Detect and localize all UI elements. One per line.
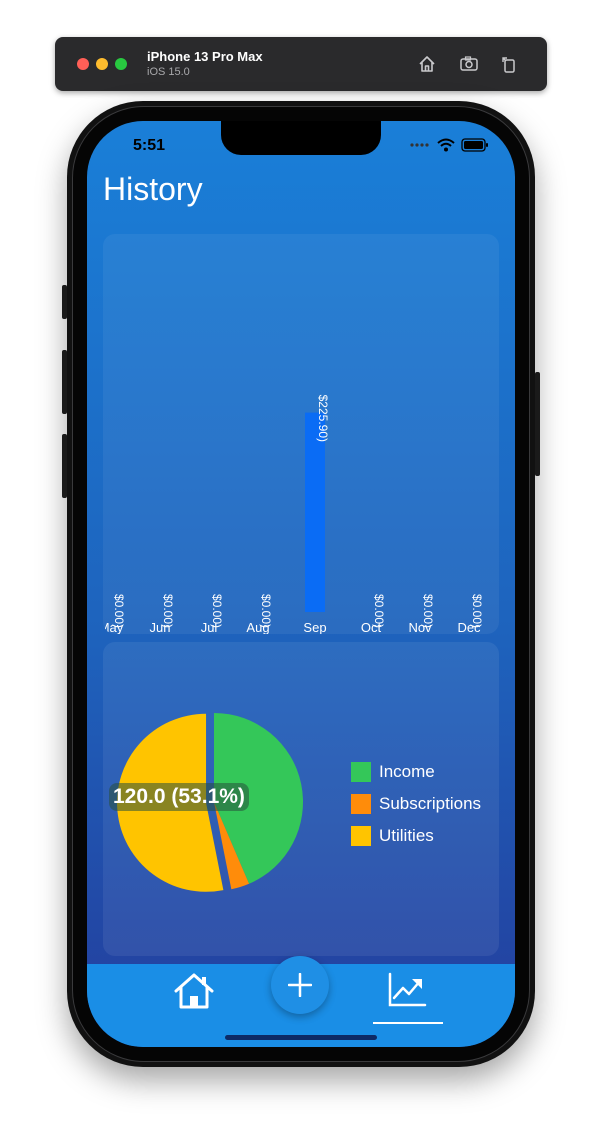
legend-item-subscriptions: Subscriptions xyxy=(351,788,481,820)
home-icon[interactable] xyxy=(417,54,437,74)
x-tick-label: Dec xyxy=(457,620,481,634)
zoom-window-button[interactable] xyxy=(115,58,127,70)
pie-legend: Income Subscriptions Utilities xyxy=(351,756,481,852)
battery-icon xyxy=(461,138,488,152)
minimize-window-button[interactable] xyxy=(96,58,108,70)
os-version: iOS 15.0 xyxy=(147,66,190,78)
legend-swatch xyxy=(351,794,371,814)
volume-up-button xyxy=(62,350,67,414)
pie-slice-callout: 120.0 (53.1%) xyxy=(109,783,249,811)
legend-swatch xyxy=(351,826,371,846)
bar-value-label: $225.90) xyxy=(316,395,330,442)
page-title: History xyxy=(103,171,203,207)
status-time: 5:51 xyxy=(133,137,166,154)
x-tick-label: May xyxy=(103,620,124,634)
tab-history[interactable] xyxy=(387,972,427,1008)
x-tick-label: Oct xyxy=(361,620,382,634)
x-tick-label: Sep xyxy=(303,620,326,634)
screenshot-icon[interactable] xyxy=(459,54,479,74)
monthly-bar-chart: $0.00)May $0.00)Jun $0.00)Jul $0.00)Aug$225… xyxy=(103,395,484,634)
close-window-button[interactable] xyxy=(77,58,89,70)
legend-label: Utilities xyxy=(379,826,434,845)
rotate-icon[interactable] xyxy=(499,54,519,74)
legend-item-income: Income xyxy=(351,756,481,788)
home-indicator xyxy=(225,1035,377,1040)
legend-label: Income xyxy=(379,762,435,781)
legend-item-utilities: Utilities xyxy=(351,820,481,852)
legend-label: Subscriptions xyxy=(379,794,482,813)
plus-icon xyxy=(288,973,312,997)
simulator-title-bar: iPhone 13 Pro Max iOS 15.0 xyxy=(55,37,547,91)
power-button xyxy=(535,372,540,476)
x-tick-label: Aug xyxy=(246,620,269,634)
mute-switch xyxy=(62,285,67,319)
selected-tab-indicator xyxy=(373,1022,443,1024)
legend-swatch xyxy=(351,762,371,782)
add-entry-button[interactable] xyxy=(271,956,329,1014)
bar-sep xyxy=(305,412,325,612)
status-icons xyxy=(409,138,489,152)
volume-down-button xyxy=(62,434,67,498)
x-tick-label: Nov xyxy=(408,620,432,634)
category-pie-chart-card: 120.0 (53.1%) Income Subscriptions Utiliti… xyxy=(103,642,499,956)
signal-dots-icon xyxy=(410,143,429,147)
x-tick-label: Jun xyxy=(150,620,171,634)
app-screen: 5:51 History $0.00) May $0.00) Jun $0.00) Jul… xyxy=(87,121,515,1047)
x-tick-label: Jul xyxy=(201,620,218,634)
house-icon xyxy=(174,973,214,1009)
wifi-icon xyxy=(437,138,455,152)
chart-trend-icon xyxy=(388,972,427,1007)
tab-home[interactable] xyxy=(173,972,215,1010)
monthly-bar-chart-card: $0.00) May $0.00) Jun $0.00) Jul $0.00) Aug $225… xyxy=(103,234,499,634)
device-name: iPhone 13 Pro Max xyxy=(147,49,263,64)
notch xyxy=(221,121,381,155)
